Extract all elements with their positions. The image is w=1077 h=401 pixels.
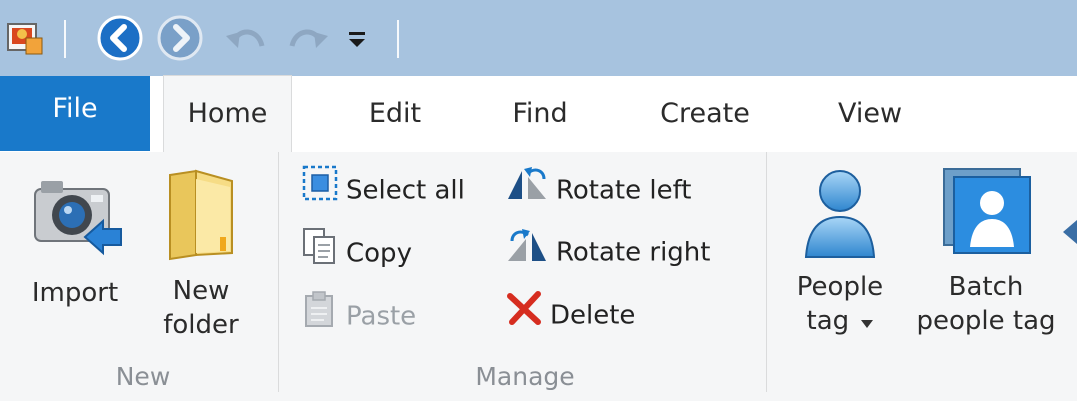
rotate-left-label: Rotate left [556,175,692,206]
paste-icon [302,290,338,344]
group-label-new: New [115,362,171,391]
tab-file[interactable]: File [0,76,150,151]
person-icon [804,170,876,258]
customize-dropdown-icon[interactable] [347,30,367,54]
tab-home[interactable]: Home [163,75,292,154]
dropdown-arrow-icon[interactable] [861,305,874,339]
rotate-right-label: Rotate right [556,237,711,268]
rotate-right-icon [506,227,548,279]
delete-button[interactable]: Delete [506,290,635,338]
redo-icon[interactable] [284,22,330,62]
back-icon[interactable] [96,14,144,66]
import-button[interactable]: Import [20,165,130,310]
new-folder-button[interactable]: New folder [146,165,256,342]
paste-label: Paste [346,301,417,332]
select-all-label: Select all [346,175,465,206]
group-separator [766,152,767,392]
import-label: Import [31,278,119,308]
toolbar-separator [397,20,399,58]
batch-people-icon [943,168,1031,254]
select-all-button[interactable]: Select all [302,165,465,213]
group-separator [278,152,279,392]
copy-button[interactable]: Copy [302,227,412,275]
group-label-manage: Manage [475,362,575,391]
delete-label: Delete [550,300,636,331]
forward-icon[interactable] [156,14,204,66]
toolbar-separator [64,20,66,58]
tab-view[interactable]: View [820,76,920,152]
app-photo-icon[interactable] [6,18,44,62]
tab-create[interactable]: Create [645,76,765,152]
ribbon-tab-bar: File Home Edit Find Create View [0,75,1077,154]
batch-label-line2: people tag [916,306,1056,336]
rotate-left-icon [506,165,548,217]
batch-label-line1: Batch [948,272,1024,302]
people-tag-label-line1: People [796,272,884,302]
people-tag-button[interactable]: People tag [780,163,900,339]
tab-edit[interactable]: Edit [350,76,440,152]
tab-find[interactable]: Find [495,76,585,152]
new-folder-label-line1: New [172,276,230,306]
ribbon-scroll-left-icon[interactable] [1063,220,1077,244]
delete-x-icon [506,290,542,342]
select-all-icon [302,165,338,217]
rotate-right-button[interactable]: Rotate right [506,227,710,275]
quick-access-toolbar [0,0,1077,76]
new-folder-label-line2: folder [163,310,239,340]
camera-import-icon [34,181,122,256]
undo-icon[interactable] [224,22,270,62]
paste-button[interactable]: Paste [302,290,416,338]
copy-label: Copy [346,238,412,269]
rotate-left-button[interactable]: Rotate left [506,165,692,213]
copy-icon [302,227,338,281]
batch-people-tag-button[interactable]: Batch people tag [906,163,1066,338]
folder-icon [169,169,233,261]
people-tag-label-line2: tag [806,306,850,336]
